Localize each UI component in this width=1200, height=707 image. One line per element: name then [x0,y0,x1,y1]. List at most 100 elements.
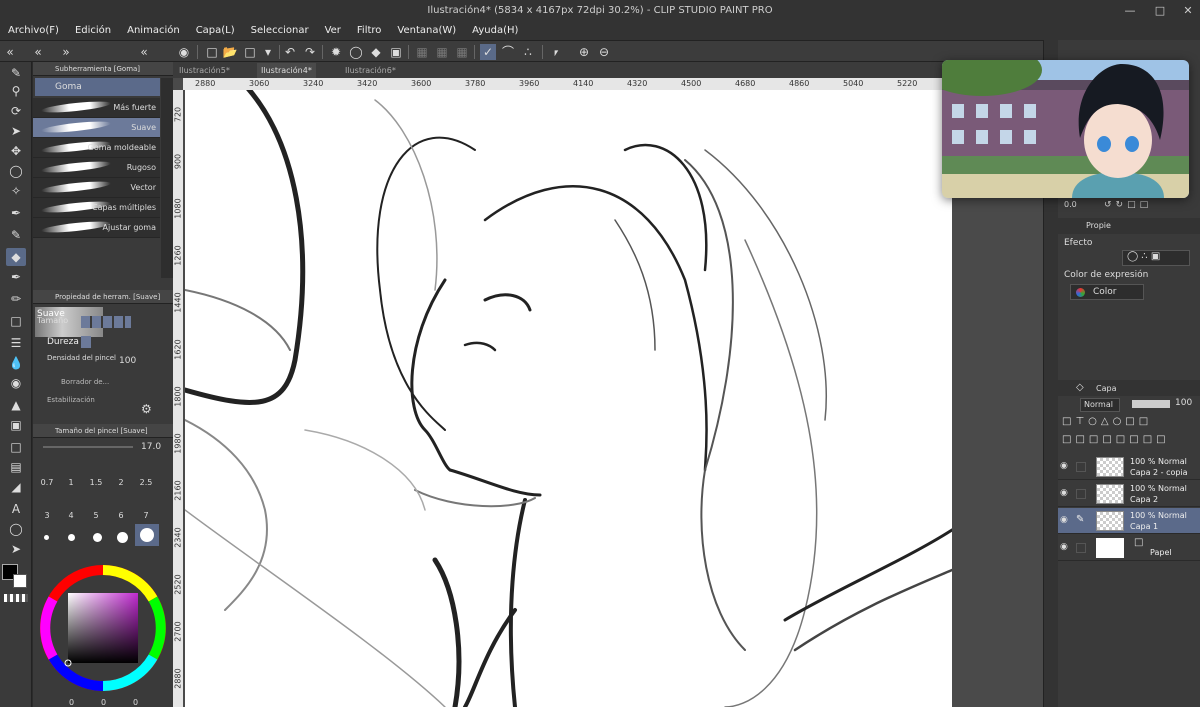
color-value-g[interactable]: 0 [101,698,106,707]
sub-tool-group[interactable]: Goma [35,78,160,96]
rotate-tool-icon[interactable]: ⟳ [6,102,26,120]
zoom-out-icon[interactable]: ⊖ [596,44,612,60]
layer-lock-box[interactable] [1076,462,1086,472]
tab-layer[interactable]: Capa [1096,384,1116,393]
brush-item[interactable]: Goma moldeable [33,138,160,158]
menu-window[interactable]: Ventana(W) [389,22,464,40]
blend-icon[interactable]: 💧 [6,354,26,372]
auto-select-icon[interactable]: ✧ [6,182,26,200]
deselect-icon[interactable]: ▦ [414,44,430,60]
clear-icon[interactable]: ◯ [348,44,364,60]
pencil-icon[interactable]: ✏ [6,290,26,308]
opacity-slider[interactable] [1132,400,1170,408]
blend-mode-select[interactable]: Normal [1080,398,1120,412]
airbrush-icon[interactable]: □ [6,312,26,330]
eye-icon[interactable]: ◉ [1060,461,1068,471]
menu-animation[interactable]: Animación [119,22,188,40]
redo-icon[interactable]: ↷ [302,44,318,60]
collapse-left-icon-3[interactable]: « [136,44,152,60]
tab-properties[interactable]: Propie [1086,221,1111,230]
size-preset[interactable]: 7 [134,511,158,520]
save-icon[interactable]: □ [242,44,258,60]
tab-document[interactable]: Ilustración6* [341,63,400,78]
tool-settings-icon[interactable]: ⚙ [141,402,152,416]
size-preset[interactable]: 4 [59,511,83,520]
undo-icon[interactable]: ↶ [282,44,298,60]
tab-document-active[interactable]: Ilustración4* [257,63,316,78]
sub-color-swatch[interactable] [13,574,27,588]
maximize-icon[interactable]: □ [1150,0,1170,22]
bucket-icon[interactable]: ▲ [6,396,26,414]
snap-ruler-icon[interactable]: ✓ [480,44,496,60]
zoom-in-icon[interactable]: ⊕ [576,44,592,60]
cloud-icon[interactable]: ⎖ [548,44,564,60]
size-preset[interactable]: 0.7 [35,478,59,487]
color-wheel[interactable] [33,556,173,707]
size-dot[interactable] [93,533,102,542]
fill-icon[interactable]: ◆ [368,44,384,60]
export-icon[interactable]: ▾ [260,44,276,60]
menu-edit[interactable]: Edición [67,22,119,40]
brush-size-slider[interactable] [43,446,133,448]
color-value-b[interactable]: 0 [133,698,138,707]
lasso-icon[interactable]: ◯ [6,162,26,180]
size-preset[interactable]: 1.5 [84,478,108,487]
menu-filter[interactable]: Filtro [349,22,390,40]
brush-item[interactable]: Más fuerte [33,98,160,118]
size-preset[interactable]: 3 [35,511,59,520]
density-value[interactable]: 100 [119,356,136,366]
eyedropper-icon[interactable]: ✒ [6,204,26,222]
view-controls[interactable]: ↺↻□□ [1104,200,1189,210]
eye-icon[interactable]: ◉ [1060,542,1068,552]
size-dot-selected[interactable] [135,524,159,546]
menu-help[interactable]: Ayuda(H) [464,22,526,40]
close-icon[interactable]: ✕ [1178,0,1198,22]
collapse-right-icon[interactable]: » [58,44,74,60]
ruler-icon[interactable]: ◢ [6,478,26,496]
color-value-r[interactable]: 0 [69,698,74,707]
layer-item[interactable]: ◉ 100 % Normal Capa 2 [1058,481,1200,507]
crop-icon[interactable]: ▦ [434,44,450,60]
snap-grid-icon[interactable]: ∴ [520,44,536,60]
size-dot[interactable] [44,535,49,540]
size-dot[interactable] [68,534,75,541]
size-preset[interactable]: 2 [109,478,133,487]
pen-tool-2-icon[interactable]: ✒ [6,268,26,286]
text-tool-icon[interactable]: A [6,500,26,518]
move-layer-icon[interactable]: ✥ [6,142,26,160]
snap-special-icon[interactable]: ⌒ [500,44,516,60]
angle-value[interactable]: 0.0 [1064,200,1077,209]
size-preset[interactable]: 6 [109,511,133,520]
pen-tool-icon[interactable]: ✎ [6,64,26,82]
balloon-icon[interactable]: ◯ [6,520,26,538]
minimize-icon[interactable]: — [1120,0,1140,22]
menu-file[interactable]: Archivo(F) [0,22,67,40]
brush-item-selected[interactable]: Suave [33,118,160,138]
transparent-color-swatch[interactable] [4,594,28,602]
layer-lock-box[interactable] [1076,543,1086,553]
size-preset[interactable]: 2.5 [134,478,158,487]
brush-item[interactable]: Rugoso [33,158,160,178]
menu-select[interactable]: Seleccionar [243,22,317,40]
layer-lock-box[interactable] [1076,489,1086,499]
size-dot[interactable] [117,532,128,543]
sub-tool-scrollbar[interactable] [161,78,173,278]
opacity-value[interactable]: 100 [1175,398,1192,408]
menu-view[interactable]: Ver [317,22,349,40]
brush-item[interactable]: Vector [33,178,160,198]
brush-item[interactable]: Capas múltiples [33,198,160,218]
tab-document[interactable]: Ilustración5* [175,63,234,78]
layer-tools-row-2[interactable]: □□□□□□□□ [1062,434,1197,448]
open-file-icon[interactable]: 📂 [222,44,238,60]
layer-tools-row-1[interactable]: □⊤○△○□□ [1062,416,1197,430]
size-preset[interactable]: 5 [84,511,108,520]
menu-layer[interactable]: Capa(L) [188,22,243,40]
layer-item[interactable]: ◉ 100 % Normal Capa 2 - copia [1058,454,1200,480]
figure-icon[interactable]: □ [6,438,26,456]
loading-icon[interactable]: ✹ [328,44,344,60]
size-preset[interactable]: 1 [59,478,83,487]
clip-studio-icon[interactable]: ◉ [176,44,192,60]
eraser-tool-icon[interactable]: ◆ [6,248,26,266]
eye-icon[interactable]: ◉ [1060,515,1068,525]
layer-item[interactable]: ◉ □ Papel [1058,535,1200,561]
